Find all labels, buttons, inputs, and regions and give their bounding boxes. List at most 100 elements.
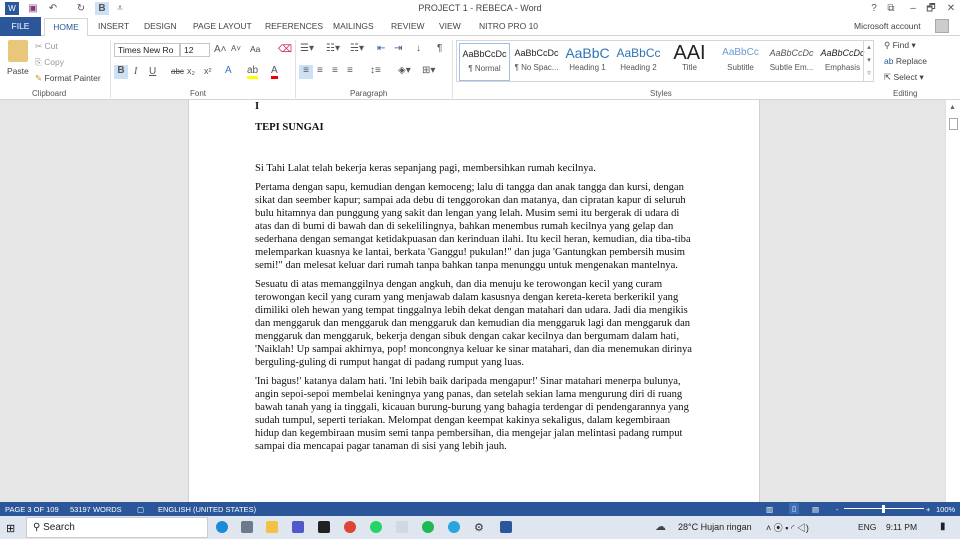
italic-button[interactable]: I [134,66,137,77]
numbering-icon[interactable]: ☷▾ [326,43,340,54]
paste-button[interactable]: Paste [7,66,29,76]
shading-icon[interactable]: ◈▾ [398,65,411,76]
clock[interactable]: 9:11 PM [886,522,917,532]
tab-file[interactable]: FILE [0,17,41,36]
font-size-select[interactable]: 12 [180,43,210,57]
show-marks-icon[interactable]: ¶ [437,43,442,54]
multilevel-list-icon[interactable]: ☵▾ [350,43,364,54]
grow-font-icon[interactable]: A˄ [214,44,227,55]
tablet-icon[interactable] [396,521,408,533]
divider [452,40,453,98]
style-subtle-emphasis[interactable]: AaBbCcDc Subtle Em... [766,43,817,81]
decrease-indent-icon[interactable]: ⇤ [377,43,385,54]
paragraph: Sesuatu di atas memanggilnya dengan angk… [255,279,692,368]
style-no-spacing[interactable]: AaBbCcDc ¶ No Spac... [511,43,562,81]
style-subtitle[interactable]: AaBbCc Subtitle [715,43,766,81]
replace-icon: ab [884,56,894,66]
help-icon[interactable]: ? [867,2,881,15]
tab-page-layout[interactable]: PAGE LAYOUT [193,21,252,31]
web-layout-icon[interactable]: ▤ [812,505,819,514]
read-mode-icon[interactable]: ▥ [766,505,773,514]
language[interactable]: ENGLISH (UNITED STATES) [158,505,256,514]
paste-icon[interactable] [8,40,28,62]
borders-icon[interactable]: ⊞▾ [422,65,435,76]
chrome-icon[interactable] [344,521,356,533]
bullets-icon[interactable]: ☰▾ [300,43,314,54]
increase-indent-icon[interactable]: ⇥ [394,43,402,54]
cut-button[interactable]: ✂ Cut [35,41,58,52]
notifications-icon[interactable]: ▮ [940,521,946,532]
weather-text[interactable]: 28°C Hujan ringan [678,522,752,532]
shrink-font-icon[interactable]: A˅ [231,44,241,53]
account-menu[interactable]: Microsoft account [854,21,921,31]
replace-button[interactable]: ab Replace [884,56,927,66]
edge-icon[interactable] [216,521,228,533]
spotify-icon[interactable] [422,521,434,533]
tab-mailings[interactable]: MAILINGS [333,21,374,31]
taskbar-search[interactable]: ⚲ Search [26,517,208,538]
settings-icon[interactable]: ⚙ [474,521,486,534]
tray-icons[interactable]: ˄ ⦿ ▪ ◜ ◁) [766,521,809,534]
bold-button[interactable]: B [114,65,128,79]
zoom-level[interactable]: 100% [936,505,955,514]
highlight-icon[interactable]: ab [247,65,259,79]
tab-view[interactable]: VIEW [439,21,461,31]
sticky-notes-icon[interactable] [318,521,330,533]
select-button[interactable]: ⇱ Select ▾ [884,72,924,83]
proofing-icon[interactable]: ▢ [137,505,144,514]
change-case-button[interactable]: Aa [250,44,260,54]
copy-button[interactable]: ⎘ Copy [35,57,64,68]
tab-references[interactable]: REFERENCES [265,21,323,31]
word-taskbar-icon[interactable] [500,521,512,533]
input-language[interactable]: ENG [858,522,876,532]
camera-icon[interactable] [241,521,253,533]
style-heading-1[interactable]: AaBbC Heading 1 [562,43,613,81]
style-heading-2[interactable]: AaBbCc Heading 2 [613,43,664,81]
sort-icon[interactable]: ↓ [416,43,421,54]
scroll-up-icon[interactable]: ▲ [949,104,956,111]
restore-icon[interactable]: 🗗 [924,2,938,15]
windows-start-icon[interactable]: ⊞ [6,522,15,535]
align-center-icon[interactable]: ≡ [317,65,323,76]
document-body[interactable]: I TEPI SUNGAI Si Tahi Lalat telah bekerj… [255,100,695,459]
vertical-scrollbar[interactable]: ▲ [945,100,960,502]
tab-insert[interactable]: INSERT [98,21,129,31]
font-color-icon[interactable]: A [271,65,278,79]
tab-review[interactable]: REVIEW [391,21,425,31]
teams-icon[interactable] [292,521,304,533]
align-right-icon[interactable]: ≡ [332,65,338,76]
style-title[interactable]: AAI Title [664,43,715,81]
style-emphasis[interactable]: AaBbCcDc Emphasis [817,43,868,81]
align-left-icon[interactable]: ≡ [299,65,313,79]
text-effects-icon[interactable]: A [225,65,232,76]
font-name-select[interactable]: Times New Ro [114,43,180,57]
zoom-slider-thumb[interactable] [882,505,885,513]
strikethrough-button[interactable]: abc [171,67,184,76]
styles-scroll[interactable]: ▴ ▾ ▿ [863,41,874,81]
format-painter-button[interactable]: ✎ Format Painter [35,73,101,84]
subscript-button[interactable]: x₂ [187,66,195,76]
clear-formatting-icon[interactable]: ⌫ [278,44,292,55]
close-icon[interactable]: ✕ [944,2,958,15]
file-explorer-icon[interactable] [266,521,278,533]
ribbon-display-icon[interactable]: ⧉ [884,2,898,15]
zoom-out-icon[interactable]: - [836,505,839,514]
telegram-icon[interactable] [448,521,460,533]
minimize-icon[interactable]: – [906,2,920,15]
line-spacing-icon[interactable]: ↕≡ [370,65,381,76]
tab-design[interactable]: DESIGN [144,21,177,31]
scroll-thumb[interactable] [949,118,958,130]
print-layout-icon[interactable]: ▯ [789,503,800,514]
word-count[interactable]: 53197 WORDS [70,505,122,514]
zoom-in-icon[interactable]: + [926,505,930,514]
whatsapp-icon[interactable] [370,521,382,533]
find-button[interactable]: ⚲ Find ▾ [884,40,916,51]
tab-home[interactable]: HOME [44,18,88,37]
tab-nitro-pro[interactable]: NITRO PRO 10 [479,21,538,31]
justify-icon[interactable]: ≡ [347,65,353,76]
superscript-button[interactable]: x² [204,66,212,76]
style-normal[interactable]: AaBbCcDc ¶ Normal [459,43,510,81]
avatar[interactable] [935,19,949,33]
page-count[interactable]: PAGE 3 OF 109 [5,505,59,514]
underline-button[interactable]: U [149,66,156,77]
